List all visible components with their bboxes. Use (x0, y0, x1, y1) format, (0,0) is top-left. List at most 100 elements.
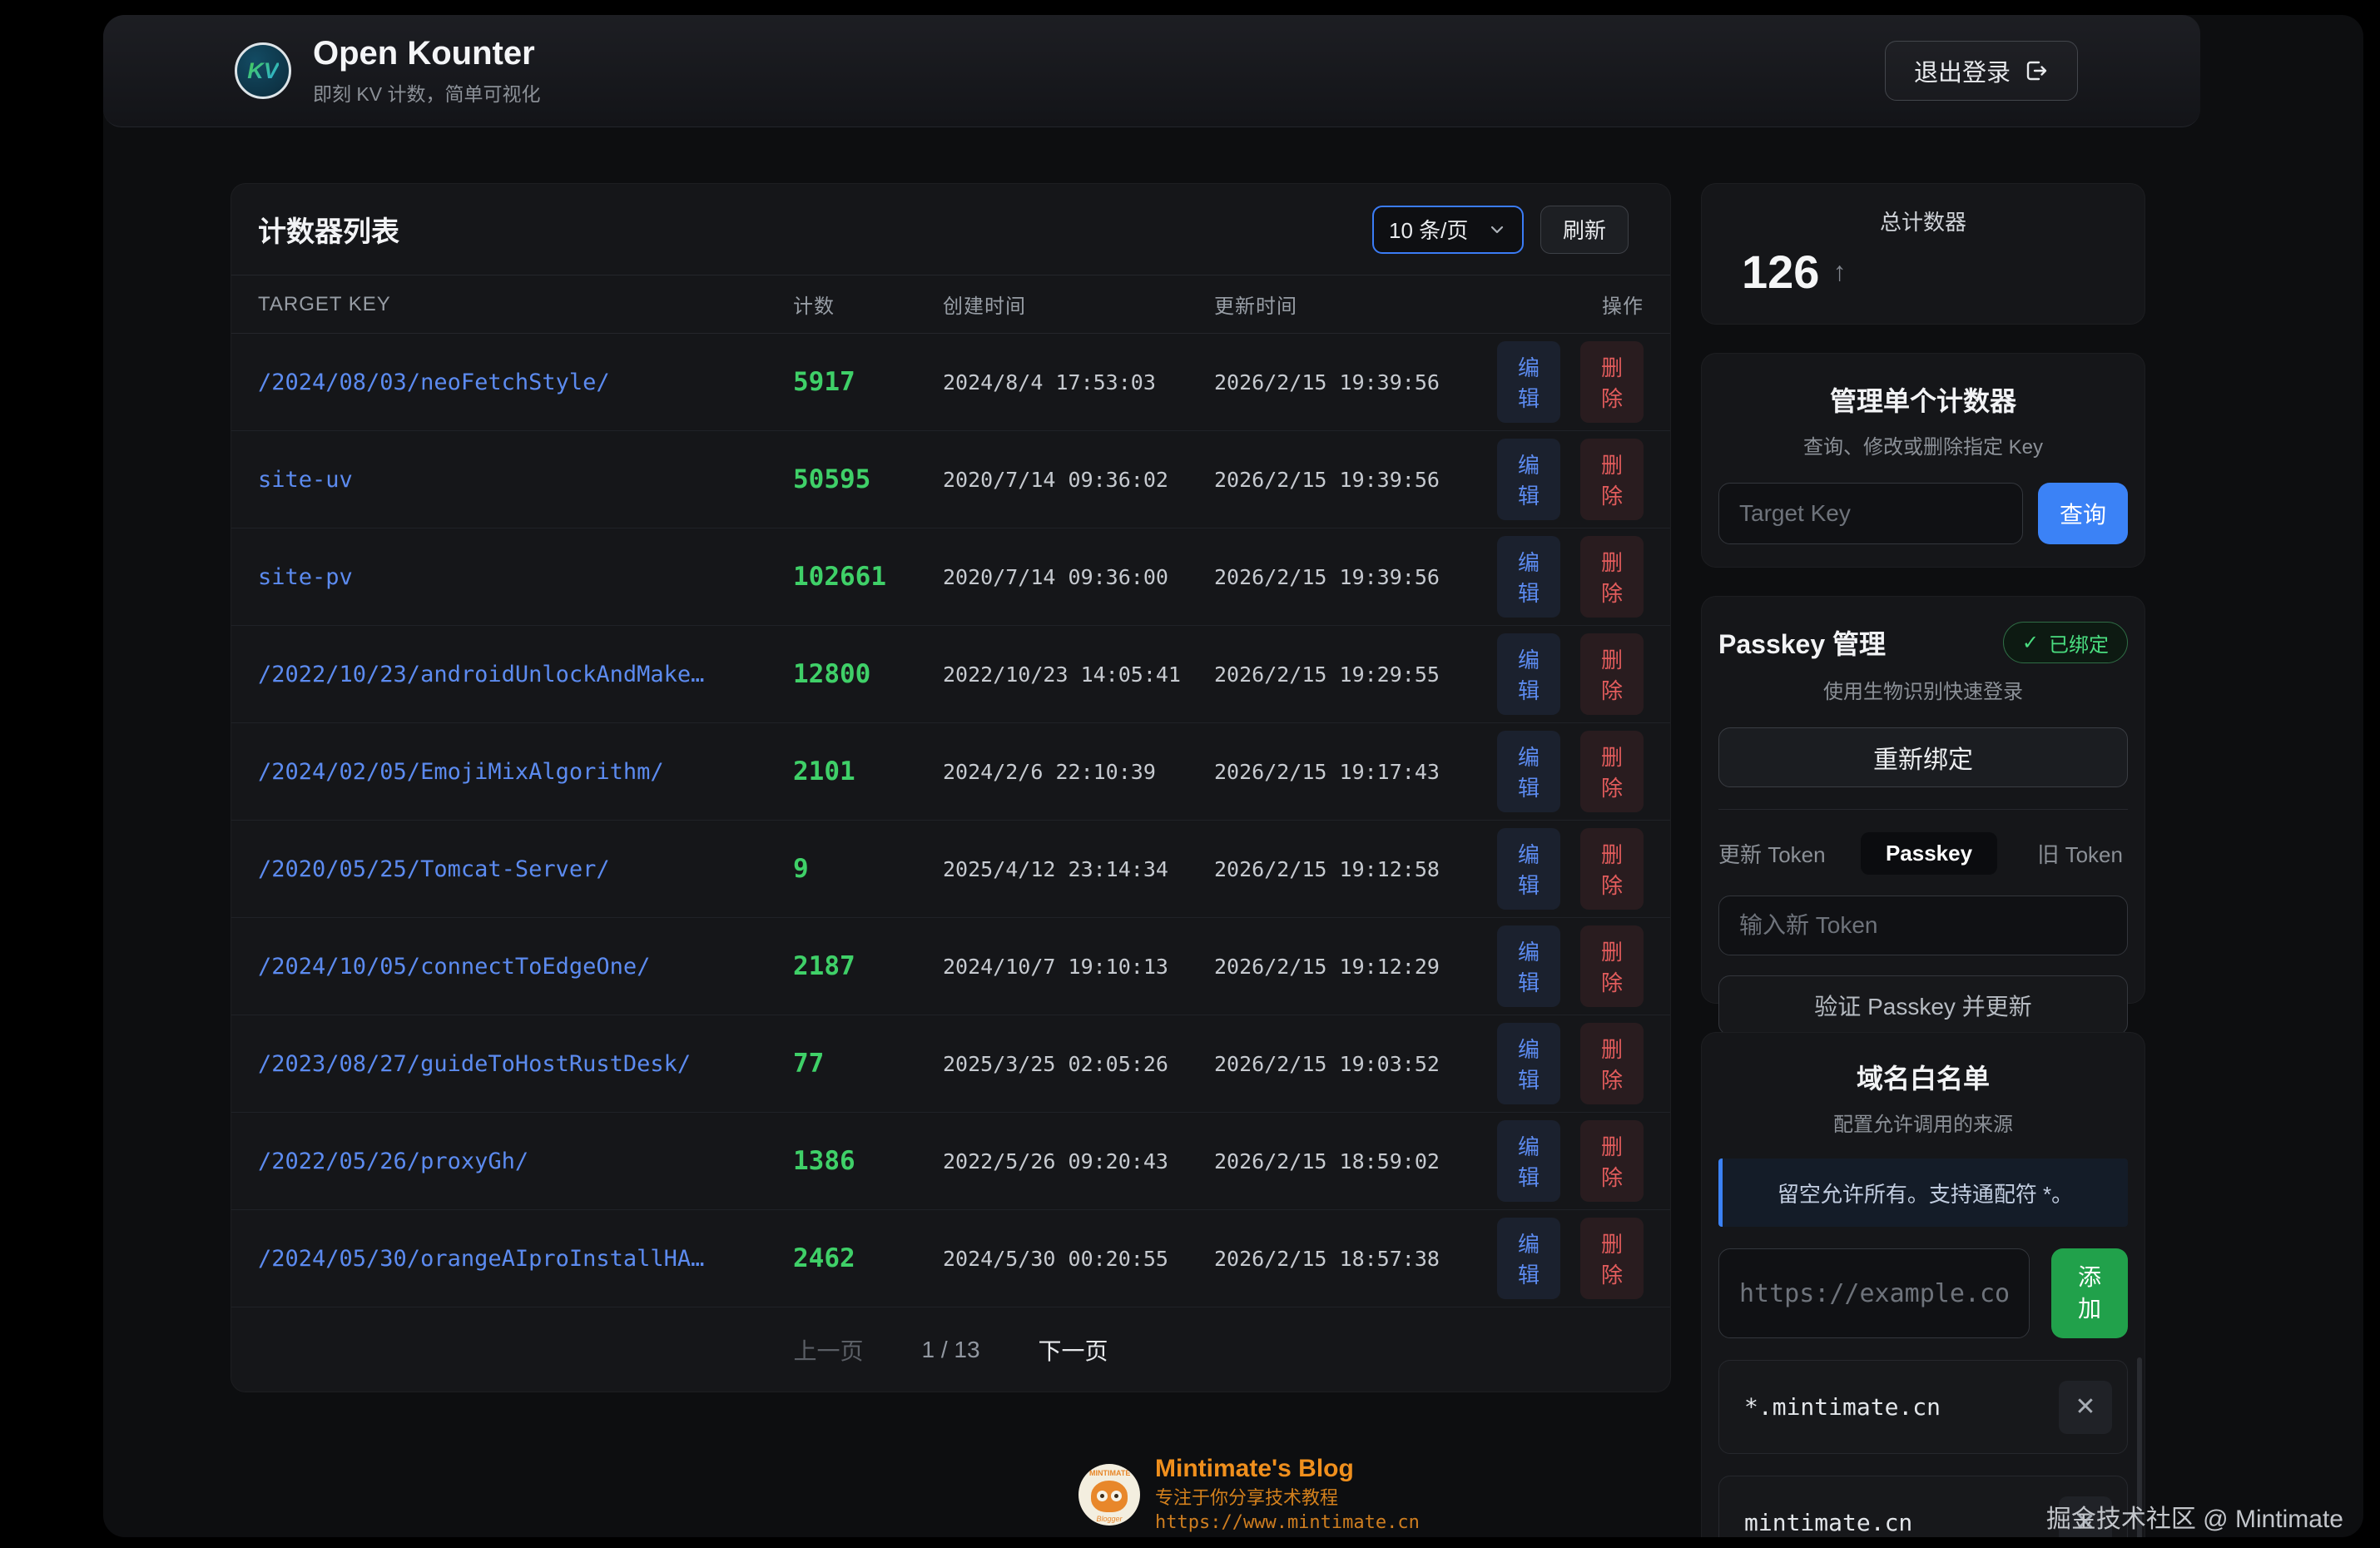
app-logo-text: KV (247, 58, 279, 84)
edit-button[interactable]: 编辑 (1497, 536, 1560, 618)
row-updated-time: 2026/2/15 19:12:29 (1214, 955, 1497, 979)
row-created-time: 2024/8/4 17:53:03 (943, 370, 1214, 394)
delete-button[interactable]: 删除 (1580, 731, 1644, 812)
delete-button[interactable]: 删除 (1580, 828, 1644, 910)
row-target-key[interactable]: /2024/05/30/orangeAIproInstallHA… (258, 1246, 793, 1272)
edit-button[interactable]: 编辑 (1497, 1218, 1560, 1299)
domain-input[interactable] (1718, 1248, 2030, 1338)
blog-logo-title: MINTIMATE (1089, 1469, 1130, 1477)
row-updated-time: 2026/2/15 18:59:02 (1214, 1149, 1497, 1173)
manage-card-subtitle: 查询、修改或删除指定 Key (1718, 430, 2128, 459)
edit-button[interactable]: 编辑 (1497, 828, 1560, 910)
edit-button[interactable]: 编辑 (1497, 439, 1560, 520)
row-count: 5917 (793, 367, 943, 397)
page-size-select[interactable]: 10 条/页 (1372, 206, 1524, 254)
delete-button[interactable]: 删除 (1580, 341, 1644, 423)
row-target-key[interactable]: /2024/02/05/EmojiMixAlgorithm/ (258, 759, 793, 785)
target-key-input[interactable] (1718, 483, 2023, 544)
row-target-key[interactable]: site-uv (258, 467, 793, 493)
delete-button[interactable]: 删除 (1580, 925, 1644, 1007)
row-target-key[interactable]: /2024/08/03/neoFetchStyle/ (258, 370, 793, 395)
col-actions: 操作 (1497, 290, 1644, 319)
col-created: 创建时间 (943, 290, 1214, 319)
app-subtitle: 即刻 KV 计数，简单可视化 (313, 78, 540, 107)
prev-page-button[interactable]: 上一页 (793, 1333, 863, 1367)
row-actions: 编辑删除 (1497, 439, 1644, 520)
blog-logo-subtitle: Blogger (1078, 1515, 1140, 1523)
add-domain-button[interactable]: 添 加 (2051, 1248, 2128, 1338)
new-token-input[interactable] (1718, 896, 2128, 955)
domain-whitelist-card: 域名白名单 配置允许调用的来源 留空允许所有。支持通配符 *。 添 加 *.mi… (1701, 1032, 2145, 1537)
counter-list-card: 计数器列表 10 条/页 刷新 TARGET KEY 计数 (231, 183, 1671, 1392)
table-row: /2024/02/05/EmojiMixAlgorithm/21012024/2… (231, 723, 1670, 821)
rebind-button[interactable]: 重新绑定 (1718, 727, 2128, 787)
tab-old-token[interactable]: 旧 Token (2032, 830, 2128, 877)
row-target-key[interactable]: /2022/10/23/androidUnlockAndMake… (258, 662, 793, 687)
col-count: 计数 (793, 290, 943, 319)
row-actions: 编辑删除 (1497, 1023, 1644, 1104)
page-size-value: 10 条/页 (1389, 214, 1468, 245)
manage-counter-card: 管理单个计数器 查询、修改或删除指定 Key 查询 (1701, 353, 2145, 568)
row-created-time: 2025/4/12 23:14:34 (943, 857, 1214, 881)
row-target-key[interactable]: /2024/10/05/connectToEdgeOne/ (258, 954, 793, 980)
chevron-down-icon (1487, 220, 1507, 240)
delete-button[interactable]: 删除 (1580, 1120, 1644, 1202)
edit-button[interactable]: 编辑 (1497, 1120, 1560, 1202)
edit-button[interactable]: 编辑 (1497, 341, 1560, 423)
delete-button[interactable]: 删除 (1580, 1023, 1644, 1104)
edit-button[interactable]: 编辑 (1497, 1023, 1560, 1104)
row-target-key[interactable]: /2020/05/25/Tomcat-Server/ (258, 856, 793, 882)
edit-button[interactable]: 编辑 (1497, 633, 1560, 715)
table-row: /2024/10/05/connectToEdgeOne/21872024/10… (231, 918, 1670, 1015)
edit-button[interactable]: 编辑 (1497, 731, 1560, 812)
blog-logo: MINTIMATE Blogger (1078, 1464, 1140, 1526)
row-updated-time: 2026/2/15 19:39:56 (1214, 370, 1497, 394)
row-actions: 编辑删除 (1497, 925, 1644, 1007)
row-target-key[interactable]: /2023/08/27/guideToHostRustDesk/ (258, 1051, 793, 1077)
edit-button[interactable]: 编辑 (1497, 925, 1560, 1007)
passkey-card-title: Passkey 管理 (1718, 623, 1886, 662)
total-counter-card: 总计数器 126 ↑ (1701, 183, 2145, 325)
total-counter-title: 总计数器 (1732, 206, 2115, 236)
whitelist-domain: *.mintimate.cn (1744, 1393, 1941, 1421)
whitelist-domain: mintimate.cn (1744, 1509, 1912, 1536)
row-actions: 编辑删除 (1497, 1120, 1644, 1202)
row-created-time: 2020/7/14 09:36:00 (943, 565, 1214, 589)
whitelist-card-subtitle: 配置允许调用的来源 (1718, 1108, 2128, 1137)
table-row: site-uv505952020/7/14 09:36:022026/2/15 … (231, 431, 1670, 528)
tab-passkey[interactable]: Passkey (1861, 832, 1997, 875)
table-row: /2022/10/23/androidUnlockAndMake…1280020… (231, 626, 1670, 723)
remove-domain-button[interactable]: ✕ (2059, 1381, 2112, 1434)
next-page-button[interactable]: 下一页 (1039, 1333, 1108, 1367)
table-row: /2022/05/26/proxyGh/13862022/5/26 09:20:… (231, 1113, 1670, 1210)
row-created-time: 2022/10/23 14:05:41 (943, 662, 1214, 687)
logout-icon (2024, 58, 2049, 83)
update-token-label: 更新 Token (1718, 838, 1826, 869)
row-actions: 编辑删除 (1497, 341, 1644, 423)
delete-button[interactable]: 删除 (1580, 1218, 1644, 1299)
blog-url[interactable]: https://www.mintimate.cn (1155, 1514, 1420, 1532)
query-button[interactable]: 查询 (2038, 483, 2128, 544)
row-target-key[interactable]: /2022/05/26/proxyGh/ (258, 1149, 793, 1174)
row-updated-time: 2026/2/15 19:03:52 (1214, 1052, 1497, 1076)
sidebar: 总计数器 126 ↑ 管理单个计数器 查询、修改或删除指定 Key 查询 Pas… (1701, 183, 2145, 1537)
table-body: /2024/08/03/neoFetchStyle/59172024/8/4 1… (231, 334, 1670, 1307)
row-count: 50595 (793, 464, 943, 494)
delete-button[interactable]: 删除 (1580, 439, 1644, 520)
row-actions: 编辑删除 (1497, 1218, 1644, 1299)
counter-list-title: 计数器列表 (258, 209, 399, 250)
refresh-button[interactable]: 刷新 (1540, 206, 1629, 254)
row-created-time: 2024/2/6 22:10:39 (943, 760, 1214, 784)
total-counter-value: 126 (1742, 245, 1819, 299)
row-target-key[interactable]: site-pv (258, 564, 793, 590)
whitelist-entry: *.mintimate.cn ✕ (1718, 1360, 2128, 1454)
row-updated-time: 2026/2/15 18:57:38 (1214, 1247, 1497, 1271)
row-count: 12800 (793, 659, 943, 689)
logout-button[interactable]: 退出登录 (1885, 41, 2078, 101)
verify-passkey-button[interactable]: 验证 Passkey 并更新 (1718, 975, 2128, 1035)
row-created-time: 2020/7/14 09:36:02 (943, 468, 1214, 492)
delete-button[interactable]: 删除 (1580, 633, 1644, 715)
blog-footer[interactable]: MINTIMATE Blogger Mintimate's Blog 专注于你分… (1078, 1456, 1420, 1532)
passkey-card-subtitle: 使用生物识别快速登录 (1718, 675, 2128, 704)
delete-button[interactable]: 删除 (1580, 536, 1644, 618)
